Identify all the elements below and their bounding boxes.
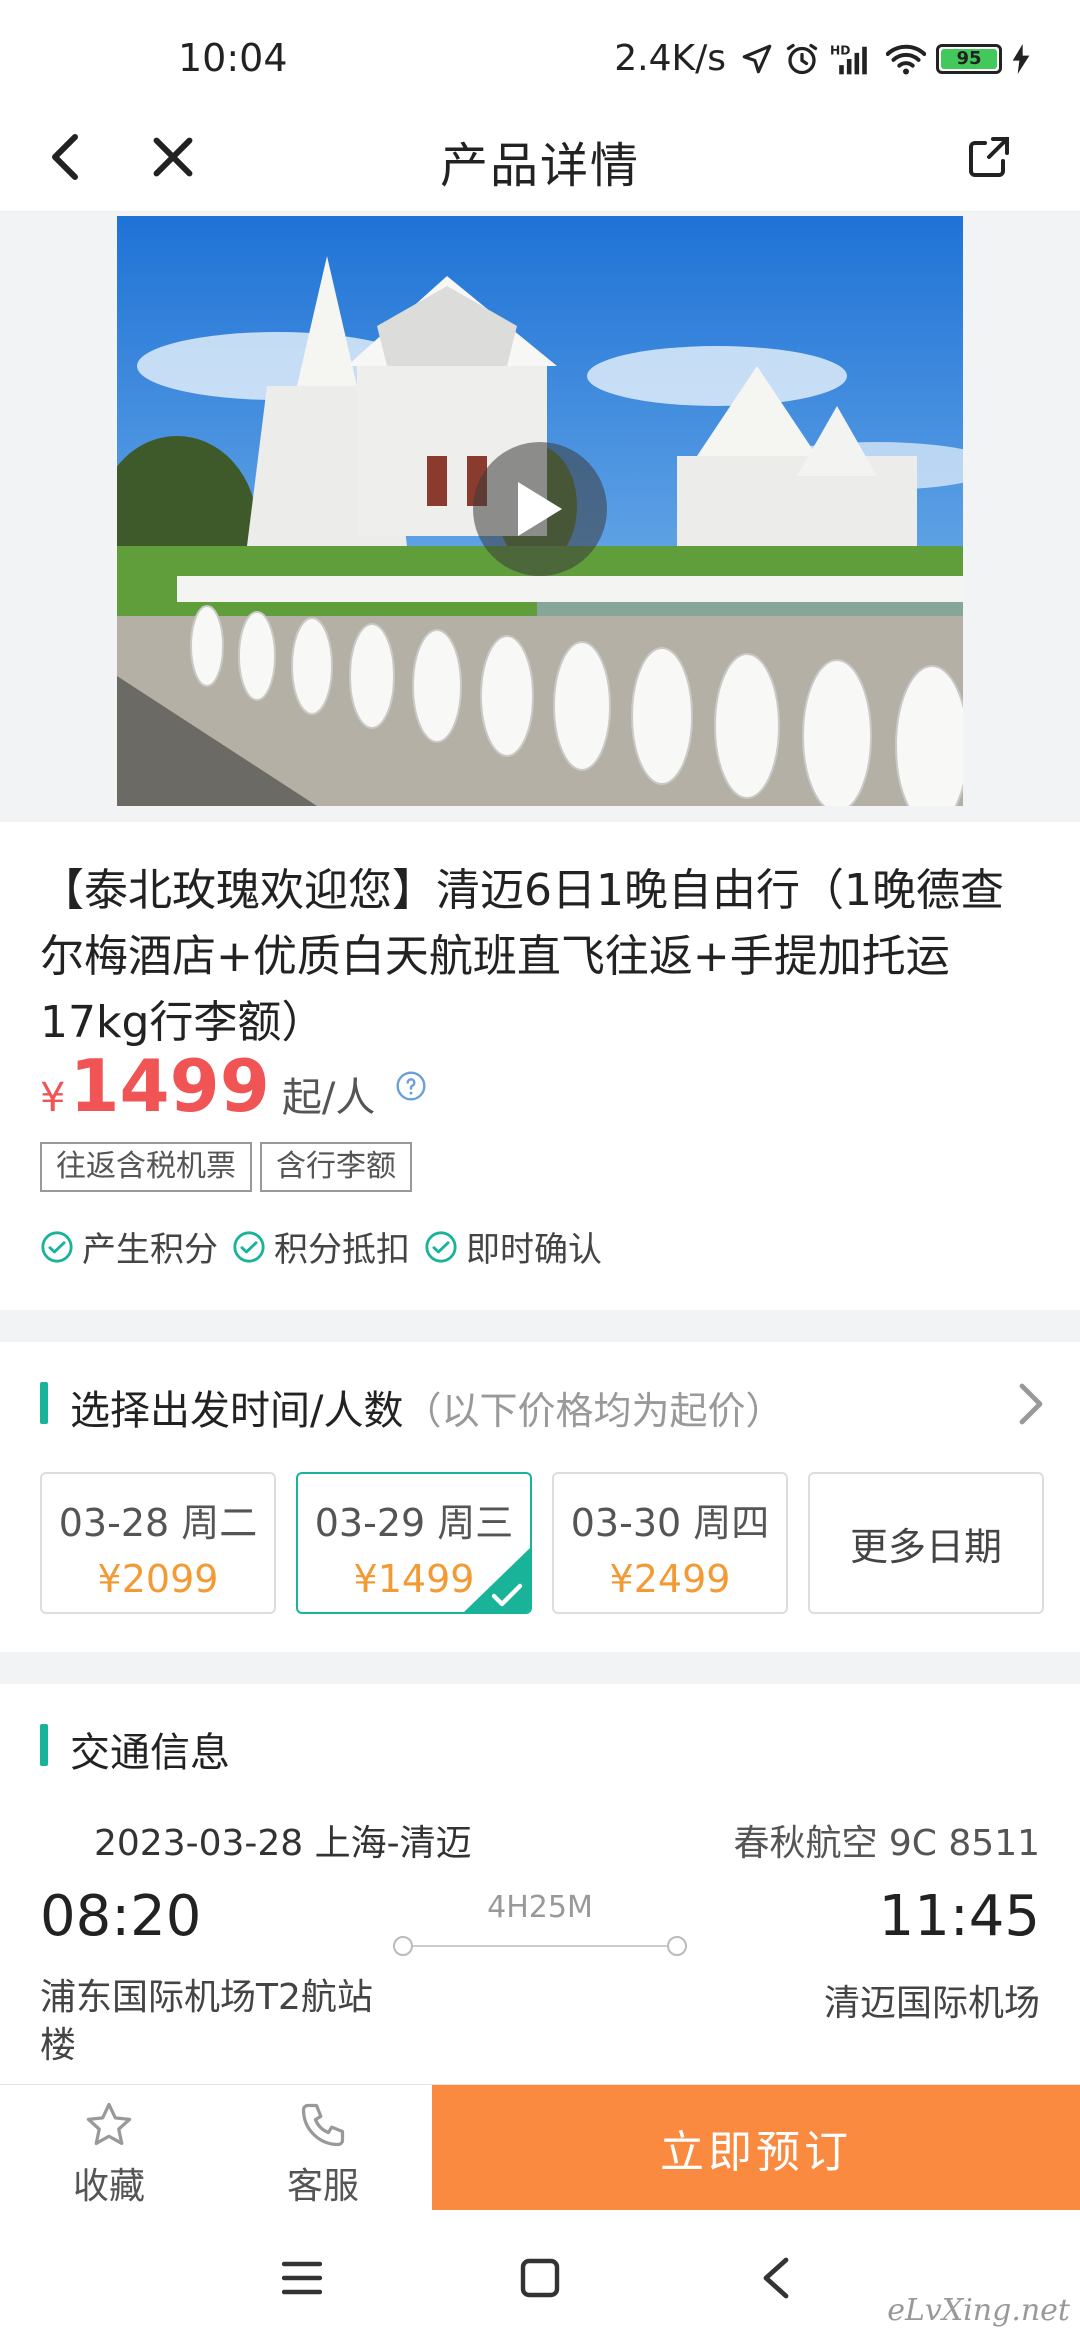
tag-luggage: 含行李额: [260, 1142, 412, 1192]
hd-signal-icon: HD: [830, 43, 867, 74]
departure-airport: 浦东国际机场T2航站楼: [40, 1977, 373, 2066]
date-label: 03-28 周二: [58, 1501, 258, 1545]
product-title: 【泰北玫瑰欢迎您】清迈6日1晚自由行（1晚德查尔梅酒店+优质白天航班直飞往返+手…: [40, 865, 1004, 1048]
date-price: ¥2499: [609, 1557, 731, 1601]
home-button[interactable]: [510, 2248, 570, 2308]
product-features: 产生积分 积分抵扣 即时确认: [40, 1222, 602, 1271]
service-button[interactable]: 客服: [258, 2099, 388, 2209]
share-button[interactable]: [954, 122, 1024, 192]
feature-label: 产生积分: [82, 1230, 218, 1270]
check-circle-icon: [425, 1230, 457, 1263]
battery-icon: 95: [936, 43, 1002, 74]
price-row: ¥ 1499 起/人: [40, 1044, 427, 1128]
date-section-title: 选择出发时间/人数: [70, 1388, 404, 1434]
price-symbol: ¥: [40, 1075, 66, 1121]
menu-button[interactable]: [272, 2248, 332, 2308]
favorite-button[interactable]: 收藏: [44, 2099, 174, 2209]
location-arrow-icon: [742, 44, 772, 73]
feature-deduct: 积分抵扣: [232, 1222, 410, 1271]
alarm-icon: [786, 43, 818, 74]
check-circle-icon: [41, 1230, 73, 1263]
date-card[interactable]: 03-30 周四 ¥2499: [552, 1472, 788, 1614]
flight-duration: 4H25M: [487, 1890, 593, 1925]
charging-icon: [1012, 43, 1030, 74]
help-icon[interactable]: [395, 1070, 427, 1102]
back-triangle-icon: [763, 2257, 789, 2299]
date-price: ¥2099: [97, 1557, 219, 1601]
date-card-selected[interactable]: 03-29 周三 ¥1499: [296, 1472, 532, 1614]
favorite-label: 收藏: [72, 2166, 145, 2207]
svg-text:HD: HD: [830, 43, 850, 57]
date-section-hint: （以下价格均为起价）: [403, 1389, 784, 1433]
nav-bar: 产品详情: [0, 100, 1080, 212]
hero-image[interactable]: [117, 216, 963, 806]
share-icon: [969, 137, 1009, 177]
bottom-action-bar: 收藏 客服 立即预订: [0, 2084, 1080, 2211]
date-card[interactable]: 03-28 周二 ¥2099: [40, 1472, 276, 1614]
section-accent-bar: [40, 1382, 48, 1424]
section-accent-bar: [40, 1724, 48, 1766]
system-back-button[interactable]: [746, 2248, 806, 2308]
product-info: 【泰北玫瑰欢迎您】清迈6日1晚自由行（1晚德查尔梅酒店+优质白天航班直飞往返+手…: [0, 822, 1080, 1310]
phone-icon: [301, 2103, 345, 2147]
route-line: [393, 1936, 687, 1956]
feature-label: 即时确认: [466, 1230, 602, 1270]
date-section-header[interactable]: 选择出发时间/人数（以下价格均为起价）: [70, 1378, 784, 1436]
net-speed: 2.4K/s: [614, 38, 726, 79]
checkmark-icon: [491, 1583, 523, 1607]
feature-points: 产生积分: [40, 1222, 218, 1271]
date-section: 选择出发时间/人数（以下价格均为起价） 03-28 周二 ¥2099 03-29…: [0, 1342, 1080, 1652]
feature-label: 积分抵扣: [274, 1230, 410, 1270]
departure-time: 08:20: [40, 1884, 202, 1949]
flight-airline: 春秋航空 9C 8511: [733, 1823, 1040, 1864]
status-time: 10:04: [178, 36, 288, 80]
date-label: 03-30 周四: [570, 1501, 770, 1545]
check-circle-icon: [233, 1230, 265, 1263]
watermark: eLvXing.net: [887, 2293, 1070, 2328]
status-icons: 2.4K/s HD 95: [614, 38, 1030, 79]
menu-icon: [282, 2261, 322, 2295]
wifi-icon: [886, 44, 926, 74]
section-divider: [0, 1652, 1080, 1684]
star-icon: [86, 2102, 132, 2146]
chevron-right-icon[interactable]: [1018, 1382, 1044, 1426]
home-square-icon: [520, 2258, 560, 2298]
service-label: 客服: [286, 2166, 359, 2207]
date-label: 03-29 周三: [314, 1501, 514, 1545]
transport-title: 交通信息: [70, 1730, 230, 1776]
product-tags: 往返含税机票 含行李额: [40, 1142, 412, 1192]
flight-date-route: 2023-03-28 上海-清迈: [94, 1823, 472, 1864]
more-dates-button[interactable]: 更多日期: [808, 1472, 1044, 1614]
tag-round-trip: 往返含税机票: [40, 1142, 252, 1192]
play-icon: [518, 482, 562, 536]
feature-confirm: 即时确认: [424, 1222, 602, 1271]
book-now-button[interactable]: 立即预订: [432, 2085, 1080, 2211]
date-cards: 03-28 周二 ¥2099 03-29 周三 ¥1499 03-30 周四 ¥…: [40, 1472, 1044, 1614]
battery-level: 95: [941, 48, 997, 69]
play-button[interactable]: [473, 442, 607, 576]
price-unit: 起/人: [281, 1075, 376, 1121]
page-title: 产品详情: [439, 138, 640, 194]
transport-section: 交通信息 2023-03-28 上海-清迈 春秋航空 9C 8511 08:20…: [0, 1684, 1080, 2084]
system-nav-bar: eLvXing.net: [0, 2210, 1080, 2340]
arrival-time: 11:45: [878, 1884, 1040, 1949]
hero-area: [0, 212, 1080, 822]
section-divider: [0, 1310, 1080, 1342]
price-value: 1499: [69, 1044, 270, 1128]
arrival-airport: 清迈国际机场: [823, 1983, 1040, 2024]
